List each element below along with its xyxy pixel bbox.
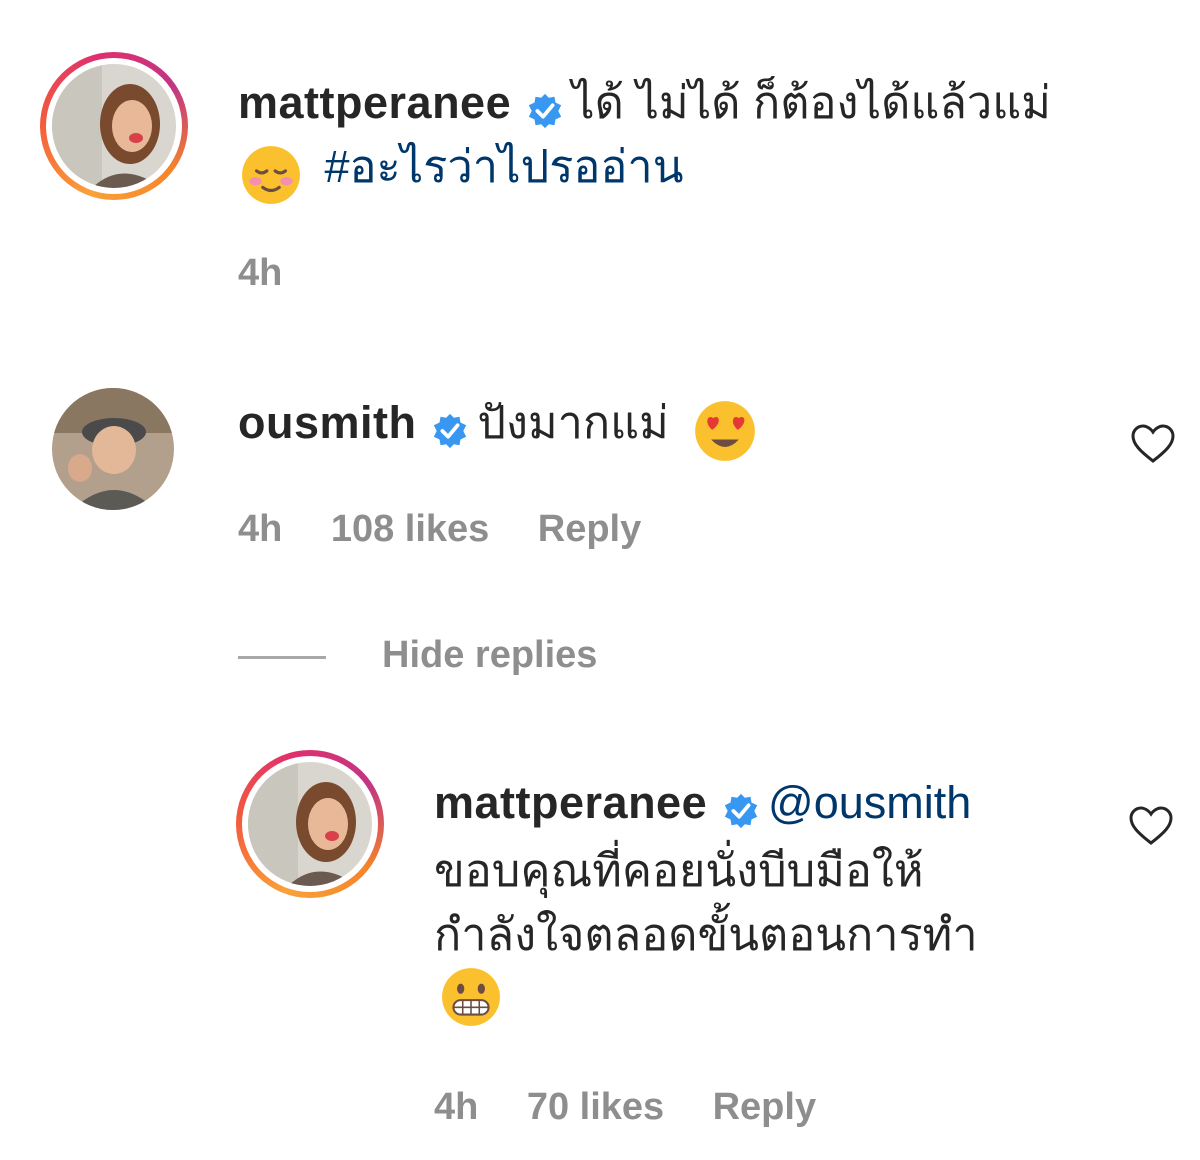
avatar-story-ring[interactable] [40,52,188,200]
likes-count[interactable]: 108 likes [331,508,489,550]
heart-eyes-emoji [693,399,757,468]
likes-count[interactable]: 70 likes [527,1086,664,1128]
relieved-face-emoji [240,144,302,211]
verified-badge-icon [526,92,564,135]
comment-username[interactable]: ousmith [238,397,417,448]
like-heart-icon[interactable] [1130,424,1176,469]
hashtag-link[interactable]: #อะไรว่าไปรออ่าน [324,141,683,192]
avatar [248,762,372,886]
like-heart-icon[interactable] [1128,806,1174,851]
avatar [52,64,176,188]
reply-button[interactable]: Reply [713,1086,816,1128]
mention-link[interactable]: @ousmith [768,777,971,828]
comment-username[interactable]: mattperanee [238,77,511,128]
hide-replies-divider [238,656,326,659]
reply-username[interactable]: mattperanee [434,777,707,828]
hide-replies-button[interactable]: Hide replies [382,634,597,677]
reply-time: 4h [434,1086,479,1128]
reply-text-line1: ขอบคุณที่คอยนั่งบีบมือให้ [434,845,924,896]
comment-text: ปังมากแม่ [477,397,669,448]
comment-time: 4h [238,252,283,294]
comment-time: 4h [238,508,283,550]
reply-button[interactable]: Reply [538,508,641,550]
grimacing-face-emoji [440,966,502,1033]
avatar[interactable] [52,388,174,510]
comment-text: ได้ ไม่ได้ ก็ต้องได้แล้วแม่ [572,77,1051,128]
verified-badge-icon [722,792,760,835]
reply-text-line2: กำลังใจตลอดขั้นตอนการทำ [434,909,978,960]
avatar-story-ring[interactable] [236,750,384,898]
verified-badge-icon [431,412,469,455]
